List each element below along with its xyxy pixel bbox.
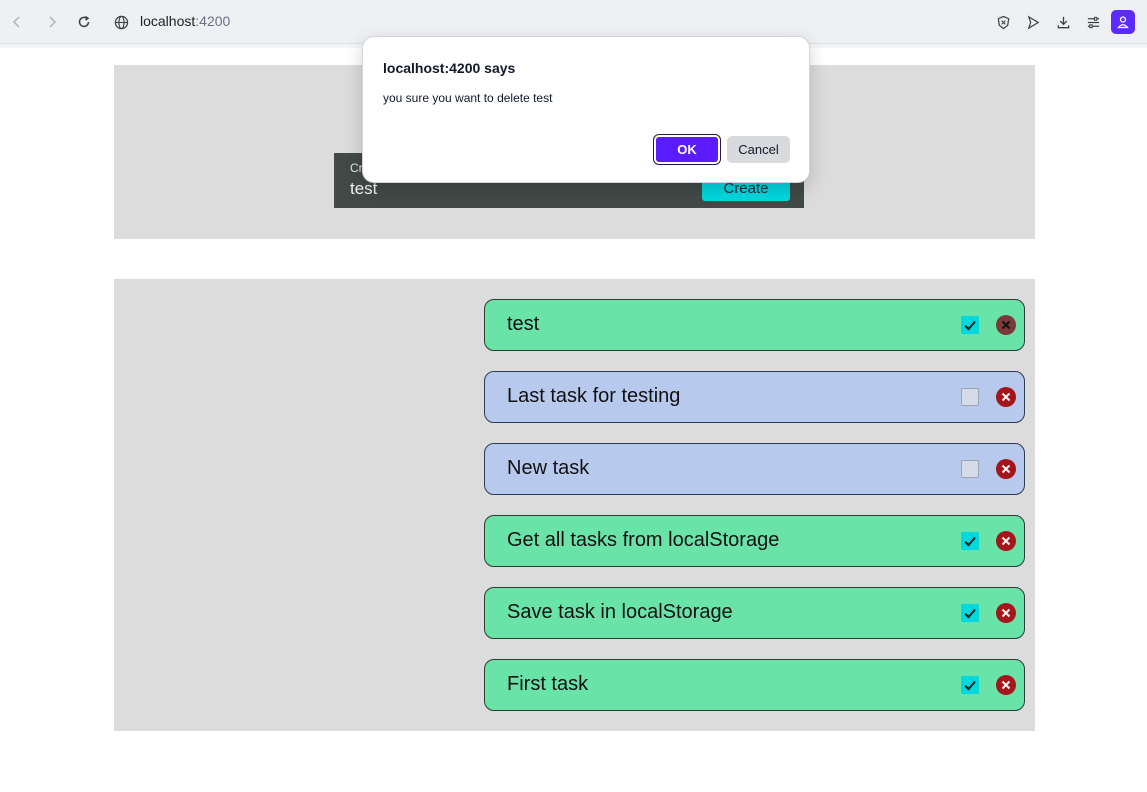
url-port: :4200 <box>195 13 231 29</box>
delete-task-icon[interactable] <box>996 675 1016 695</box>
task-complete-checkbox[interactable] <box>961 676 979 694</box>
task-complete-checkbox[interactable] <box>961 388 979 406</box>
task-item: Get all tasks from localStorage <box>484 515 1025 567</box>
ok-button[interactable]: OK <box>654 135 720 164</box>
shield-icon[interactable] <box>993 12 1013 32</box>
task-label: New task <box>507 457 590 479</box>
delete-task-icon[interactable] <box>996 315 1016 335</box>
task-item: New task <box>484 443 1025 495</box>
task-complete-checkbox[interactable] <box>961 460 979 478</box>
settings-sliders-icon[interactable] <box>1083 12 1103 32</box>
task-item: Save task in localStorage <box>484 587 1025 639</box>
reload-icon[interactable] <box>74 12 94 32</box>
task-label: test <box>507 313 540 335</box>
task-label: Last task for testing <box>507 385 681 407</box>
task-item: First task <box>484 659 1025 711</box>
cancel-button[interactable]: Cancel <box>727 136 790 163</box>
address-bar[interactable]: localhost:4200 <box>140 13 230 29</box>
profile-avatar-icon[interactable] <box>1111 10 1135 34</box>
task-item: Last task for testing <box>484 371 1025 423</box>
task-item: test <box>484 299 1025 351</box>
task-label: Get all tasks from localStorage <box>507 529 780 551</box>
play-icon[interactable] <box>1023 12 1043 32</box>
confirm-dialog: localhost:4200 says you sure you want to… <box>362 36 810 183</box>
task-complete-checkbox[interactable] <box>961 316 979 334</box>
download-icon[interactable] <box>1053 12 1073 32</box>
delete-task-icon[interactable] <box>996 387 1016 407</box>
task-label: Save task in localStorage <box>507 601 733 623</box>
task-complete-checkbox[interactable] <box>961 532 979 550</box>
forward-icon[interactable] <box>42 12 62 32</box>
url-host: localhost <box>140 13 196 29</box>
back-icon[interactable] <box>7 12 27 32</box>
dialog-message: you sure you want to delete test <box>383 91 553 105</box>
delete-task-icon[interactable] <box>996 603 1016 623</box>
delete-task-icon[interactable] <box>996 459 1016 479</box>
task-complete-checkbox[interactable] <box>961 604 979 622</box>
dialog-title: localhost:4200 says <box>383 60 516 76</box>
delete-task-icon[interactable] <box>996 531 1016 551</box>
task-list: test Last task for testing New task Get … <box>114 279 1035 731</box>
create-caption: Cr <box>350 161 363 175</box>
task-label: First task <box>507 673 589 695</box>
globe-icon[interactable] <box>111 12 131 32</box>
